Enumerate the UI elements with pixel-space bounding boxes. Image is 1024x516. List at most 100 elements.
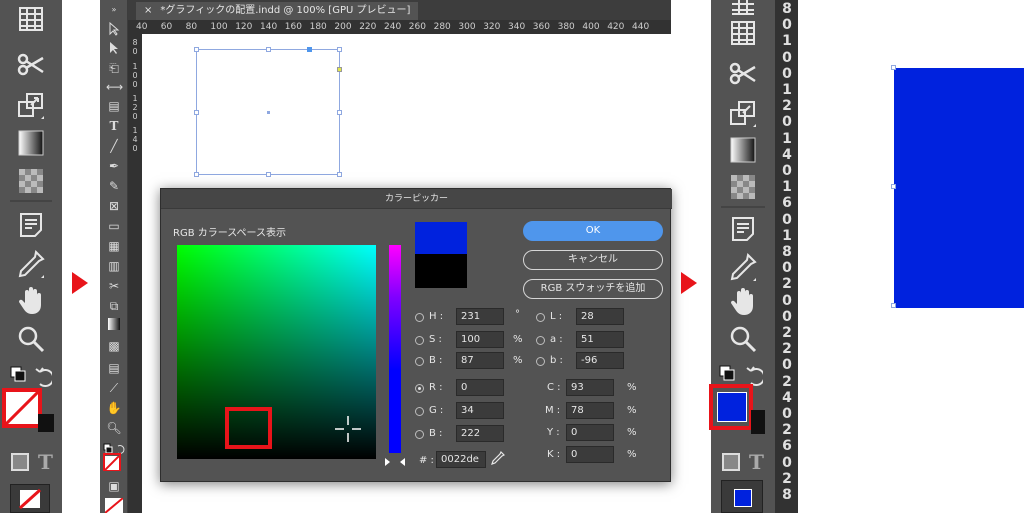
scissors-icon[interactable] [13, 48, 49, 82]
eyedropper-icon-r[interactable] [725, 250, 761, 284]
cancel-button[interactable]: キャンセル [523, 250, 663, 270]
normal-mode-small-icon[interactable]: ▣ [106, 478, 122, 494]
free-transform-small-icon[interactable]: ⧉ [106, 298, 122, 314]
fill-blue-small-icon[interactable] [721, 480, 763, 513]
gradient-feather-icon-r[interactable] [725, 170, 761, 204]
g-radio[interactable] [415, 407, 424, 416]
l-input[interactable] [576, 308, 624, 325]
a-input[interactable] [576, 331, 624, 348]
free-transform-icon-r[interactable] [725, 96, 761, 130]
g-input[interactable] [456, 402, 504, 419]
gradient-feather-small-icon[interactable]: ▩ [106, 338, 122, 354]
panel-collapse-icon[interactable]: » [106, 2, 122, 18]
ruler-v-label: 0 [132, 71, 138, 80]
k-input[interactable] [566, 446, 614, 463]
formatting-text-icon[interactable]: T [38, 450, 58, 474]
s-radio[interactable] [415, 336, 424, 345]
b-input[interactable] [456, 352, 504, 369]
vertical-ruler: 80100120140 [128, 34, 142, 513]
fill-none-swatch-icon[interactable] [2, 388, 42, 428]
note-icon-r[interactable] [725, 212, 761, 246]
normal-mode-icon[interactable] [10, 452, 34, 472]
frame-grid-icon-r[interactable] [725, 16, 761, 50]
formatting-text-icon-r[interactable]: T [749, 450, 769, 474]
scissors-small-icon[interactable]: ✂ [106, 278, 122, 294]
h-input[interactable] [456, 308, 504, 325]
gradient-feather-icon[interactable] [13, 164, 49, 198]
ruler-h-label: 40 [136, 22, 148, 32]
right-ruler-label: 2 [782, 325, 792, 341]
tab-close-icon[interactable]: × [144, 2, 152, 20]
s-input[interactable] [456, 331, 504, 348]
note-small-icon[interactable]: ▤ [106, 360, 122, 376]
rectangle-frame-tool-icon[interactable]: ⊠ [106, 198, 122, 214]
free-transform-icon[interactable] [13, 88, 49, 122]
right-ruler-label: 0 [782, 211, 792, 228]
selected-empty-frame[interactable] [194, 47, 342, 177]
normal-mode-icon-r[interactable] [721, 452, 745, 472]
type-tool-icon[interactable]: T [106, 118, 122, 134]
fill-stroke-swap-icon[interactable] [10, 364, 55, 388]
content-collector-icon[interactable]: ▤ [106, 98, 122, 114]
line-tool-icon[interactable]: ╱ [106, 138, 122, 154]
ruler-h-label: 200 [334, 22, 352, 32]
color-field[interactable] [177, 245, 376, 459]
pencil-tool-icon[interactable]: ✎ [106, 178, 122, 194]
frame-grid-small-icon[interactable]: ▥ [106, 258, 122, 274]
lab-b-label: b : [550, 355, 563, 366]
r-input[interactable] [456, 379, 504, 396]
lab-b-radio[interactable] [536, 357, 545, 366]
h-radio[interactable] [415, 313, 424, 322]
table-tool-icon[interactable]: ▦ [106, 238, 122, 254]
y-input[interactable] [566, 424, 614, 441]
c-input[interactable] [566, 379, 614, 396]
add-rgb-swatch-button[interactable]: RGB スウォッチを追加 [523, 279, 663, 299]
hex-input[interactable] [436, 451, 486, 468]
gradient-swatch-icon-r[interactable] [725, 133, 761, 167]
blue-filled-frame[interactable] [894, 68, 1024, 308]
fill-stroke-swap-icon-r[interactable] [719, 364, 766, 386]
fill-stroke-small-icon[interactable] [103, 440, 125, 454]
fill-none-small-icon[interactable] [10, 484, 50, 513]
direct-selection-tool-icon[interactable] [106, 41, 122, 57]
l-radio[interactable] [536, 313, 545, 322]
gradient-swatch-icon[interactable] [13, 126, 49, 160]
hex-eyedropper-icon[interactable] [491, 450, 506, 467]
document-tab[interactable]: × *グラフィックの配置.indd @ 100% [GPU プレビュー] [136, 2, 419, 20]
eyedropper-icon[interactable] [13, 247, 49, 281]
ok-button[interactable]: OK [523, 221, 663, 241]
fill-none-mid-icon[interactable] [103, 453, 121, 471]
fill-blue-swatch-icon[interactable] [709, 384, 753, 430]
eyedropper-small-icon[interactable]: ⟋ [106, 380, 122, 396]
zoom-icon-r[interactable] [725, 322, 761, 356]
hand-icon-r[interactable] [725, 285, 761, 319]
ruler-v-label: 0 [132, 47, 138, 56]
fill-none-bottom-icon[interactable] [104, 497, 124, 513]
note-icon[interactable] [13, 208, 49, 242]
hue-slider[interactable] [389, 245, 401, 453]
rectangle-tool-icon[interactable]: ▭ [106, 218, 122, 234]
scissors-icon-r[interactable] [725, 57, 761, 91]
rgb-b-input[interactable] [456, 425, 504, 442]
hand-icon[interactable] [13, 284, 49, 318]
r-radio[interactable] [415, 384, 424, 393]
ruler-v-label: 8 [132, 38, 138, 47]
a-radio[interactable] [536, 336, 545, 345]
pen-tool-icon[interactable]: ✒ [106, 158, 122, 174]
zoom-small-icon[interactable]: 🔍︎ [106, 420, 122, 436]
page-tool-icon[interactable]: ⎗ [106, 60, 122, 76]
rgb-b-radio[interactable] [415, 430, 424, 439]
lab-b-input[interactable] [576, 352, 624, 369]
hue-slider-handle-icon[interactable] [385, 451, 405, 466]
selection-tool-icon[interactable] [106, 21, 122, 38]
gradient-swatch-small-icon[interactable] [106, 318, 122, 334]
ruler-h-label: 80 [185, 22, 198, 32]
hand-small-icon[interactable]: ✋ [106, 400, 122, 416]
right-ruler-label: 1 [782, 33, 792, 50]
m-input[interactable] [566, 402, 614, 419]
gap-tool-icon[interactable]: ⟷ [106, 79, 123, 95]
right-ruler-label: 0 [782, 17, 792, 34]
zoom-icon[interactable] [13, 322, 49, 356]
frame-grid-icon[interactable] [13, 2, 49, 36]
b-radio[interactable] [415, 357, 424, 366]
